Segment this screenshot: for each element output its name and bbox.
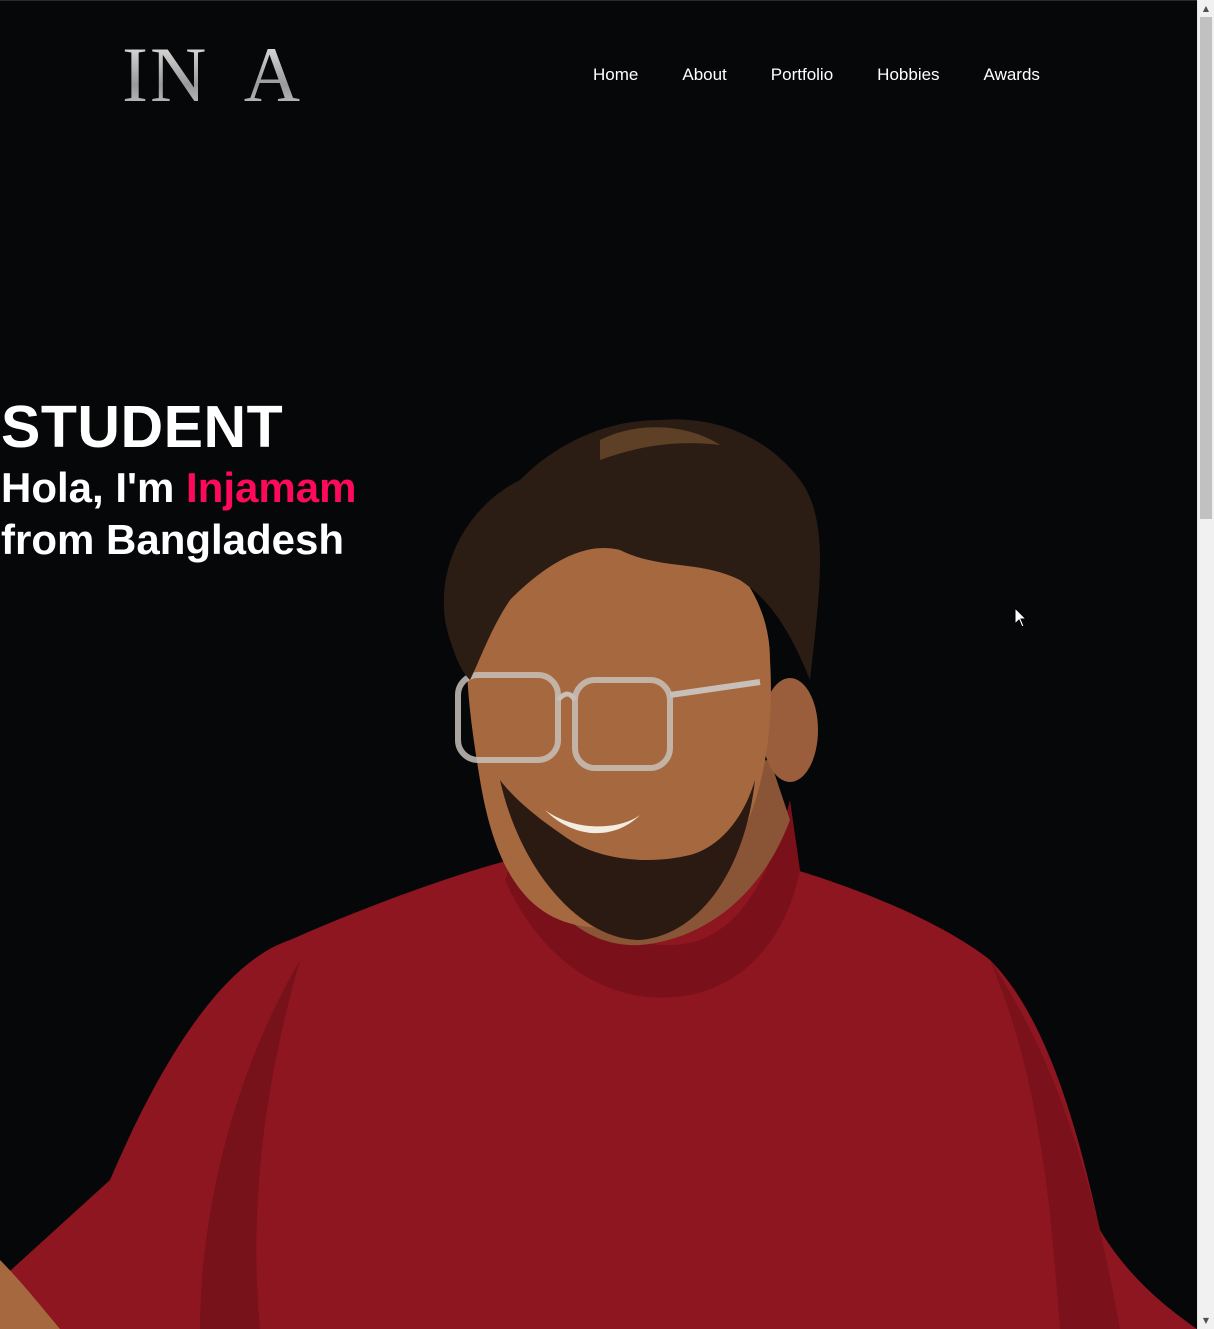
nav-portfolio-link[interactable]: Portfolio <box>771 64 833 86</box>
triangle-up-icon[interactable]: ▲ <box>1198 0 1214 17</box>
main-nav: Home About Portfolio Hobbies Awards <box>593 64 1084 86</box>
logo-letter: J <box>208 41 244 137</box>
logo-letter: N <box>149 31 209 118</box>
hero-greeting: Hola, I'm Injamam <box>1 462 356 514</box>
nav-about-link[interactable]: About <box>682 64 726 86</box>
mouse-cursor-icon <box>1014 607 1028 628</box>
logo-letter: A <box>243 31 303 118</box>
hero-name: Injamam <box>186 464 357 511</box>
nav-home-link[interactable]: Home <box>593 64 638 86</box>
hero-title: STUDENT <box>1 394 284 460</box>
hero-origin: from Bangladesh <box>1 516 345 563</box>
greeting-prefix: Hola, I'm <box>1 464 187 511</box>
hero-text-block: STUDENT Hola, I'm Injamam from Banglades… <box>1 392 356 566</box>
site-logo[interactable]: I N J A <box>122 30 372 130</box>
scrollbar-thumb[interactable] <box>1200 17 1212 519</box>
nav-awards-link[interactable]: Awards <box>984 64 1040 86</box>
vertical-scrollbar[interactable]: ▲ ▼ <box>1197 0 1214 1329</box>
logo-letter: I <box>122 31 150 118</box>
triangle-down-icon[interactable]: ▼ <box>1198 1312 1214 1329</box>
nav-hobbies-link[interactable]: Hobbies <box>877 64 939 86</box>
page-top-border <box>0 0 1197 1</box>
